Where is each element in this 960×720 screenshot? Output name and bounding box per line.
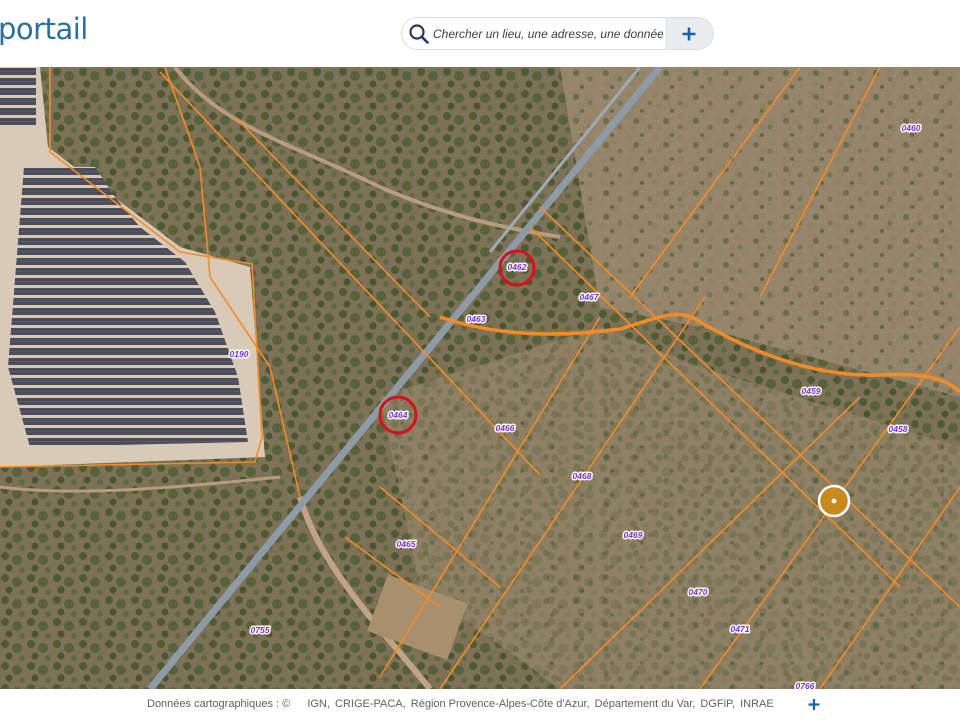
attribution-prefix: Données cartographiques : ©	[147, 698, 291, 710]
attribution-source[interactable]: Département du Var,	[595, 698, 696, 710]
attribution-source[interactable]: IGN,	[307, 698, 330, 710]
parcel-label-0469[interactable]: 0469	[624, 530, 643, 540]
logo[interactable]: portail	[0, 12, 88, 46]
attribution-source[interactable]: INRAE	[740, 698, 774, 710]
attribution-source[interactable]: DGFiP,	[700, 698, 735, 710]
plus-icon	[682, 27, 696, 40]
search-box[interactable]	[401, 17, 714, 50]
parcel-label-0464[interactable]: 0464	[389, 410, 408, 420]
parcel-label-0190[interactable]: 0190	[230, 349, 249, 359]
attribution-source[interactable]: CRIGE-PACA,	[335, 698, 406, 710]
add-button[interactable]	[665, 18, 713, 49]
parcel-label-0471[interactable]: 0471	[731, 624, 750, 634]
parcel-label-0468[interactable]: 0468	[573, 471, 592, 481]
parcel-label-0465[interactable]: 0465	[397, 539, 416, 549]
search-input[interactable]	[433, 23, 663, 45]
map-view[interactable]: 0460 0460 0462 0462 0467 0467 0463 0463 0190 0190…	[0, 67, 960, 689]
search-icon[interactable]	[408, 23, 430, 45]
expand-attribution-icon[interactable]	[806, 695, 822, 713]
parcel-label-0467[interactable]: 0467	[580, 292, 600, 302]
header-bar: portail	[0, 0, 960, 67]
solar-panels	[0, 67, 36, 127]
parcel-label-0460[interactable]: 0460	[902, 123, 921, 133]
parcel-label-0755[interactable]: 0755	[251, 625, 270, 635]
parcel-label-0466[interactable]: 0466	[496, 423, 515, 433]
footer-bar: Données cartographiques : © IGN, CRIGE-P…	[0, 689, 960, 720]
parcel-label-0458[interactable]: 0458	[889, 424, 908, 434]
map-attribution: Données cartographiques : © IGN, CRIGE-P…	[147, 698, 776, 710]
location-marker[interactable]	[817, 484, 851, 518]
attribution-source[interactable]: Région Provence-Alpes-Côte d'Azur,	[411, 698, 590, 710]
parcel-label-0462[interactable]: 0462	[508, 262, 527, 272]
parcel-label-0459[interactable]: 0459	[802, 386, 821, 396]
parcel-label-0470[interactable]: 0470	[689, 587, 708, 597]
parcel-label-0463[interactable]: 0463	[467, 314, 486, 324]
parcel-label-0766[interactable]: 0766	[796, 681, 815, 689]
